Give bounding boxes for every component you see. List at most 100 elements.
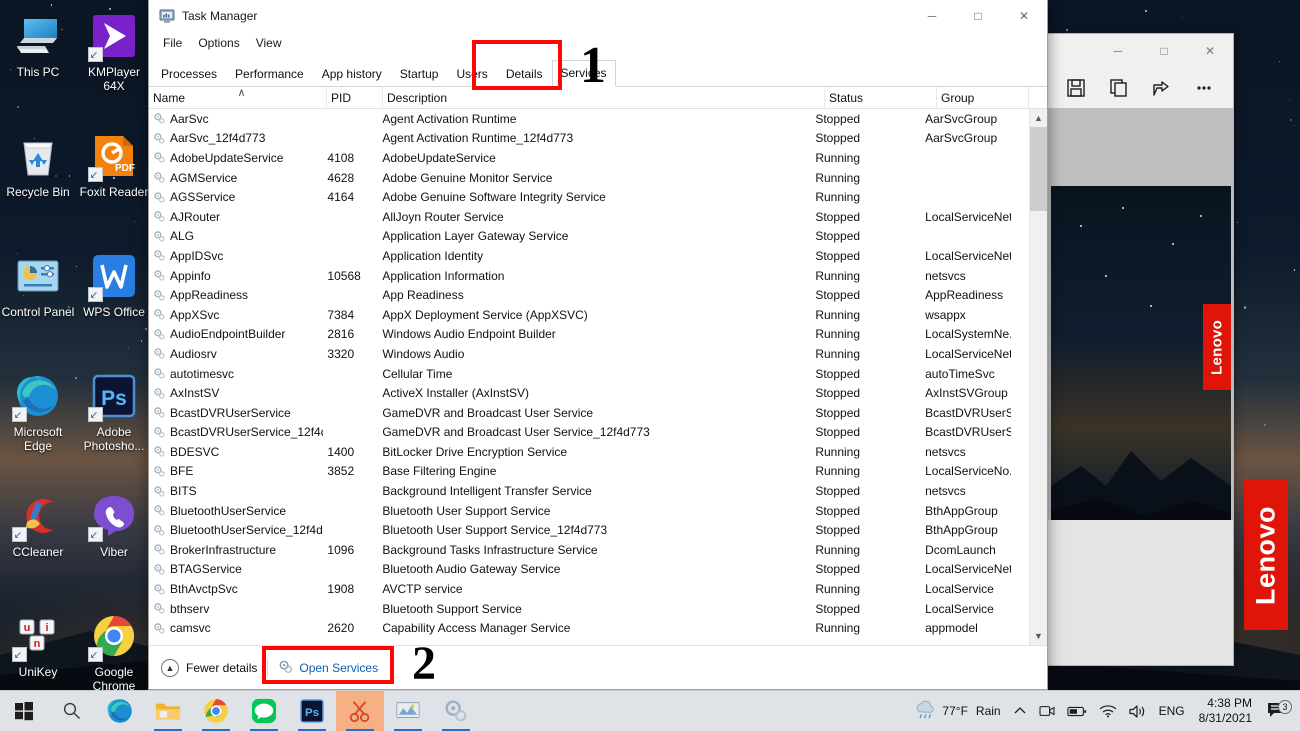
task-manager-window[interactable]: Task Manager ─ □ ✕ File Options View Pro… [148,0,1048,690]
table-row[interactable]: camsvc2620Capability Access Manager Serv… [149,618,1029,638]
cell-name: AJRouter [149,210,323,224]
open-services-link[interactable]: Open Services [278,659,378,677]
table-row[interactable]: BcastDVRUserService_12f4d...GameDVR and … [149,423,1029,443]
close-button[interactable]: ✕ [1001,0,1047,31]
more-icon[interactable] [1191,75,1217,101]
table-row[interactable]: BluetoothUserService_12f4d...Bluetooth U… [149,520,1029,540]
share-icon[interactable] [1148,75,1174,101]
service-icon [153,328,166,341]
taskbar-edge[interactable] [96,691,144,731]
table-row[interactable]: BcastDVRUserServiceGameDVR and Broadcast… [149,403,1029,423]
table-row[interactable]: AdobeUpdateService4108AdobeUpdateService… [149,148,1029,168]
task-manager-titlebar[interactable]: Task Manager ─ □ ✕ [149,0,1047,31]
tray-camera-icon[interactable] [1033,691,1061,731]
snip-canvas[interactable]: Lenovo ▢ ▤ ◢ 🔊 ENG 4:27 PM 8/31/2021 🗨 [1047,108,1233,665]
cell-description: Application Information [378,269,811,283]
vertical-scrollbar[interactable]: ▲ ▼ [1029,109,1047,645]
weather-widget[interactable]: 77°F Rain [908,691,1006,731]
desktop-icon-microsoft-edge[interactable]: Microsoft Edge [0,366,76,486]
google-chrome-icon [203,698,229,724]
table-row[interactable]: Appinfo10568Application InformationRunni… [149,266,1029,286]
service-name: AxInstSV [170,386,219,400]
table-row[interactable]: AarSvcAgent Activation RuntimeStoppedAar… [149,109,1029,129]
minimize-button[interactable]: ─ [909,0,955,31]
tab-processes[interactable]: Processes [152,61,226,87]
table-row[interactable]: AppXSvc7384AppX Deployment Service (AppX… [149,305,1029,325]
table-row[interactable]: AudioEndpointBuilder2816Windows Audio En… [149,325,1029,345]
scrollbar-thumb[interactable] [1030,127,1047,211]
service-name: Appinfo [170,269,211,283]
service-name: AdobeUpdateService [170,151,283,165]
menu-item-file[interactable]: File [157,34,188,52]
tab-performance[interactable]: Performance [226,61,313,87]
tray-volume-icon[interactable] [1123,691,1153,731]
table-row[interactable]: AxInstSVActiveX Installer (AxInstSV)Stop… [149,383,1029,403]
desktop-icon-adobe-photoshop[interactable]: Ps Adobe Photosho... [76,366,152,486]
table-row[interactable]: AppReadinessApp ReadinessStoppedAppReadi… [149,285,1029,305]
tray-battery-icon[interactable] [1061,691,1093,731]
menu-item-view[interactable]: View [250,34,288,52]
table-row[interactable]: AppIDSvcApplication IdentityStoppedLocal… [149,246,1029,266]
tab-startup[interactable]: Startup [391,61,448,87]
column-header-status[interactable]: Status [825,87,937,109]
cell-description: Application Identity [378,249,811,263]
taskbar-file-explorer[interactable] [144,691,192,731]
desktop-icon-viber[interactable]: Viber [76,486,152,606]
table-row[interactable]: BDESVC1400BitLocker Drive Encryption Ser… [149,442,1029,462]
table-row[interactable]: BFE3852Base Filtering EngineRunningLocal… [149,462,1029,482]
desktop-icon-recycle-bin[interactable]: Recycle Bin [0,126,76,246]
taskbar-chrome[interactable] [192,691,240,731]
taskbar-snip-sketch[interactable] [336,691,384,731]
snip-minimize-button[interactable]: ─ [1095,34,1141,68]
tray-wifi-icon[interactable] [1093,691,1123,731]
taskbar-task-manager[interactable] [432,691,480,731]
tab-users[interactable]: Users [447,61,496,87]
desktop-icon-this-pc[interactable]: This PC [0,6,76,126]
column-header-group[interactable]: Group [937,87,1029,109]
shortcut-badge-icon [88,407,103,422]
desktop-icon-ccleaner[interactable]: CCleaner [0,486,76,606]
maximize-button[interactable]: □ [955,0,1001,31]
taskbar-photoshop[interactable]: Ps [288,691,336,731]
scroll-up-arrow[interactable]: ▲ [1030,109,1047,127]
scroll-down-arrow[interactable]: ▼ [1030,627,1047,645]
show-hidden-icons-button[interactable] [1007,691,1033,731]
desktop-icon-control-panel[interactable]: Control Panel [0,246,76,366]
snip-maximize-button[interactable]: □ [1141,34,1187,68]
save-icon[interactable] [1063,75,1089,101]
copy-icon[interactable] [1106,75,1132,101]
language-indicator[interactable]: ENG [1153,691,1191,731]
table-row[interactable]: AarSvc_12f4d773Agent Activation Runtime_… [149,129,1029,149]
table-row[interactable]: AJRouterAllJoyn Router ServiceStoppedLoc… [149,207,1029,227]
table-row[interactable]: autotimesvcCellular TimeStoppedautoTimeS… [149,364,1029,384]
table-row[interactable]: BluetoothUserServiceBluetooth User Suppo… [149,501,1029,521]
table-row[interactable]: ALGApplication Layer Gateway ServiceStop… [149,227,1029,247]
table-row[interactable]: AGSService4164Adobe Genuine Software Int… [149,187,1029,207]
tab-details[interactable]: Details [497,61,552,87]
taskbar-line[interactable] [240,691,288,731]
column-header-name[interactable]: Name [149,87,327,109]
table-row[interactable]: Audiosrv3320Windows AudioRunningLocalSer… [149,344,1029,364]
table-row[interactable]: BITSBackground Intelligent Transfer Serv… [149,481,1029,501]
menu-item-options[interactable]: Options [192,34,245,52]
snip-close-button[interactable]: ✕ [1187,34,1233,68]
fewer-details-button[interactable]: ▲ Fewer details [161,659,257,677]
desktop-icon-foxit-reader[interactable]: PDF Foxit Reader [76,126,152,246]
column-header-pid[interactable]: PID [327,87,383,109]
desktop-icon-kmplayer[interactable]: KMPlayer 64X [76,6,152,126]
tab-app-history[interactable]: App history [313,61,391,87]
scrollbar-track[interactable] [1030,127,1047,627]
taskbar-paint[interactable] [384,691,432,731]
table-row[interactable]: BthAvctpSvc1908AVCTP serviceRunningLocal… [149,579,1029,599]
service-name: AppReadiness [170,288,248,302]
start-button[interactable] [0,691,48,731]
desktop-icon-wps-office[interactable]: WPS Office [76,246,152,366]
table-row[interactable]: BTAGServiceBluetooth Audio Gateway Servi… [149,560,1029,580]
table-row[interactable]: BrokerInfrastructure1096Background Tasks… [149,540,1029,560]
notification-center-button[interactable]: 3 [1260,702,1294,720]
clock[interactable]: 4:38 PM 8/31/2021 [1191,696,1260,726]
table-row[interactable]: AGMService4628Adobe Genuine Monitor Serv… [149,168,1029,188]
table-row[interactable]: bthservBluetooth Support ServiceStoppedL… [149,599,1029,619]
snip-and-sketch-window[interactable]: ─ □ ✕ [1046,33,1234,666]
search-button[interactable] [48,691,96,731]
